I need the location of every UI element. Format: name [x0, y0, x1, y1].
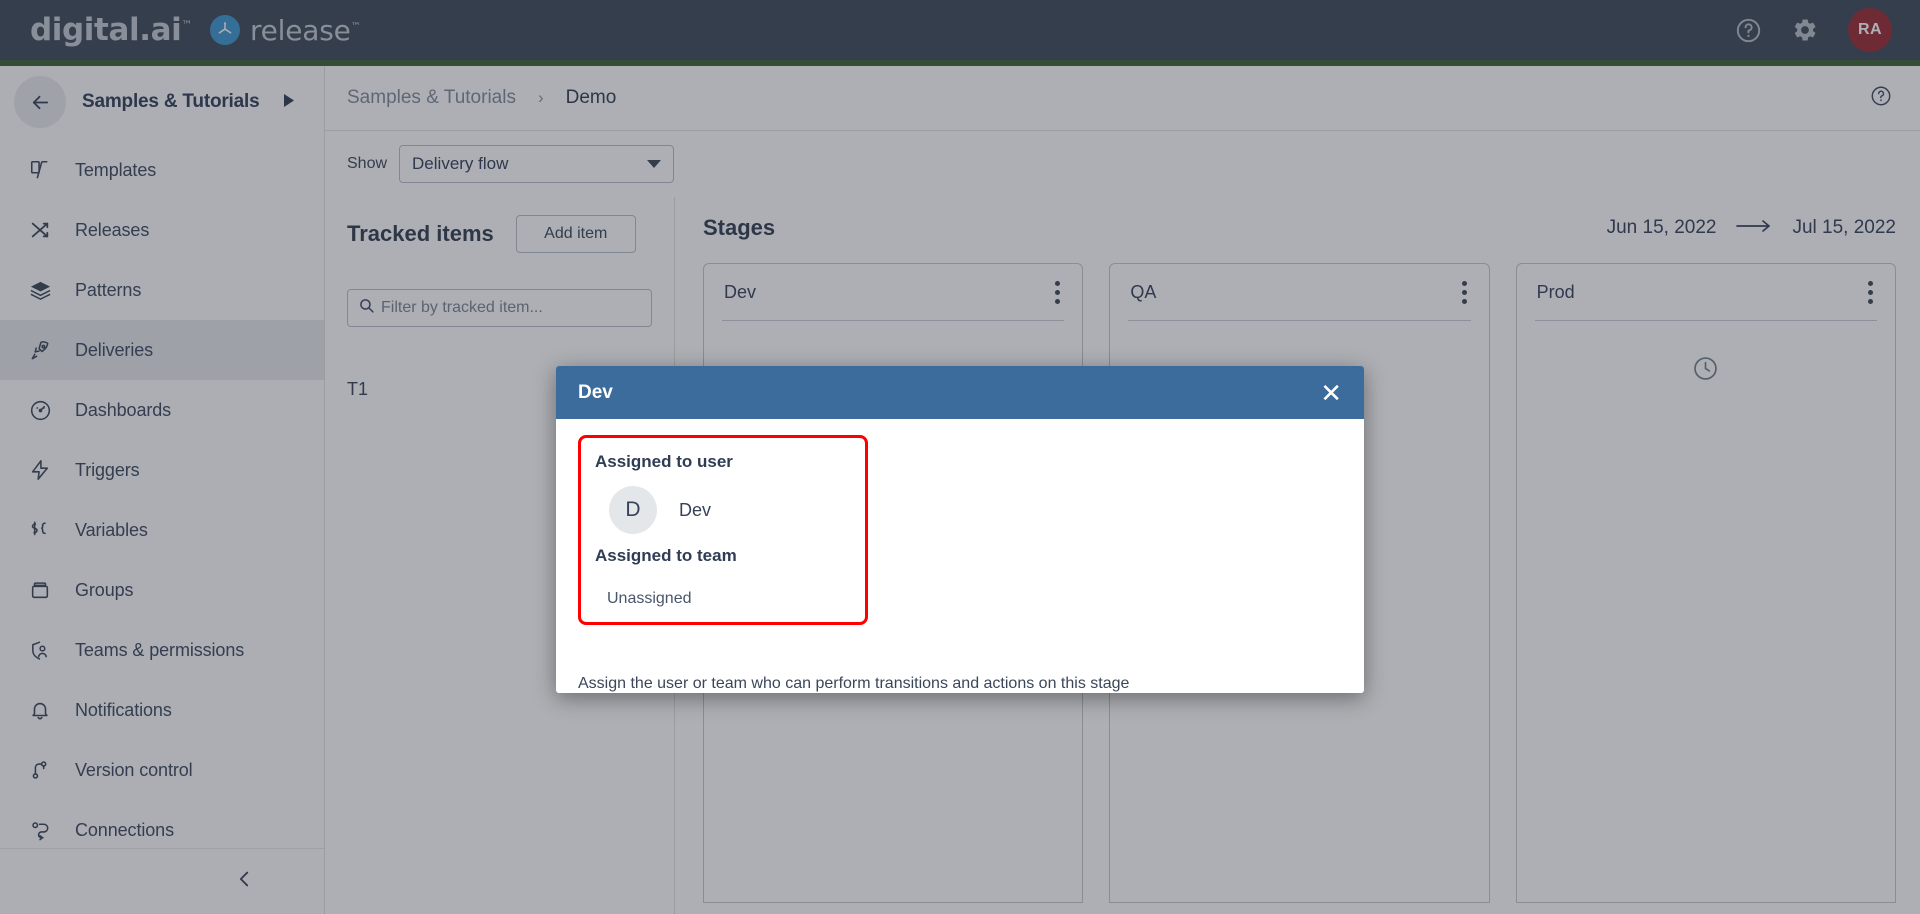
assignment-highlight-box: Assigned to user D Dev Assigned to team …: [578, 435, 868, 625]
app-root: digital.ai™ release™ RA Samples & Tutori…: [0, 0, 1920, 914]
assigned-user-name: Dev: [679, 499, 712, 520]
modal-help-note: Assign the user or team who can perform …: [578, 675, 1130, 692]
stage-assignment-modal: Dev ✕ Assigned to user D Dev Assigned to…: [556, 366, 1364, 693]
avatar: D: [609, 486, 657, 534]
assigned-user-row[interactable]: D Dev: [609, 486, 849, 534]
assigned-user-label: Assigned to user: [595, 452, 733, 471]
close-x-icon[interactable]: ✕: [1320, 380, 1342, 406]
assigned-team-label: Assigned to team: [595, 546, 737, 565]
modal-body: Assigned to user D Dev Assigned to team …: [556, 419, 1364, 653]
assigned-team-value: Unassigned: [607, 590, 692, 607]
modal-title: Dev: [578, 381, 613, 403]
modal-header: Dev ✕: [556, 366, 1364, 419]
